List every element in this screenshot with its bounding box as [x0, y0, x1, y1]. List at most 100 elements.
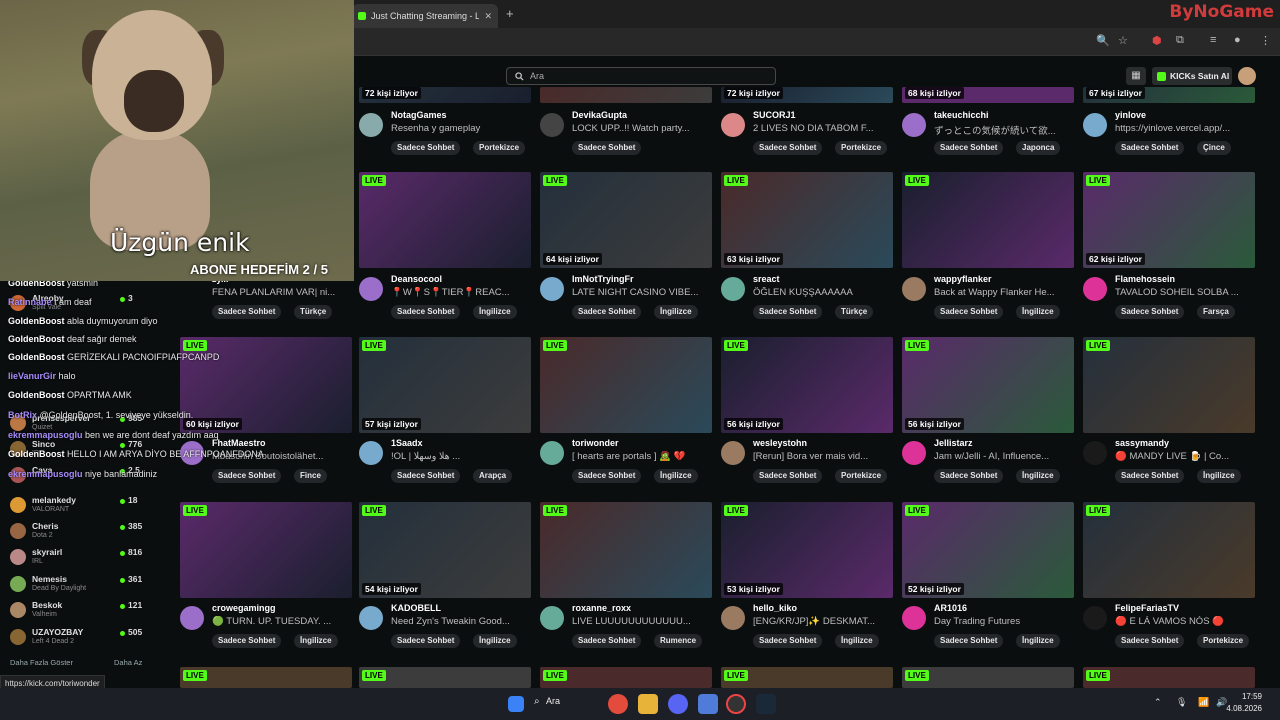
sidebar-channel[interactable]: Nemesis Dead By Daylight 361 — [0, 572, 165, 598]
new-tab-button[interactable]: + — [506, 6, 514, 21]
streamer-avatar[interactable] — [721, 277, 745, 301]
stream-thumbnail[interactable]: LIVE 53 kişi izliyor — [721, 502, 893, 598]
streamer-name[interactable]: NotagGames — [391, 110, 447, 120]
chat-username[interactable]: lieVanurGir — [8, 371, 56, 381]
streamer-name[interactable]: 1Saadx — [391, 438, 423, 448]
category-tag[interactable]: Sadece Sohbet — [934, 305, 1004, 319]
stream-title[interactable]: Day Trading Futures — [934, 616, 1070, 627]
profile-icon[interactable]: ● — [1234, 34, 1241, 46]
language-tag[interactable]: İngilizce — [1197, 469, 1241, 483]
streamer-avatar[interactable] — [180, 606, 204, 630]
stream-thumbnail[interactable]: 68 kişi izliyor — [902, 87, 1074, 103]
streamer-avatar[interactable] — [1083, 441, 1107, 465]
tray-chevron-icon[interactable]: ⌃ — [1154, 697, 1162, 708]
category-tag[interactable]: Sadece Sohbet — [753, 469, 823, 483]
stream-title[interactable]: 2 LIVES NO DIA TABOM F... — [753, 123, 889, 134]
language-tag[interactable]: İngilizce — [473, 634, 517, 648]
stream-thumbnail[interactable] — [540, 87, 712, 103]
streamer-name[interactable]: Jellistarz — [934, 438, 973, 448]
stream-thumbnail[interactable]: LIVE — [1083, 667, 1255, 688]
stream-title[interactable]: Need Zyn's Tweakin Good... — [391, 616, 527, 627]
streamer-name[interactable]: ImNotTryingFr — [572, 274, 634, 284]
category-tag[interactable]: Sadece Sohbet — [1115, 634, 1185, 648]
streamer-avatar[interactable] — [902, 441, 926, 465]
language-tag[interactable]: İngilizce — [1016, 469, 1060, 483]
streamer-name[interactable]: Deansocool — [391, 274, 442, 284]
chat-username[interactable]: GoldenBoost — [8, 352, 65, 362]
streamer-avatar[interactable] — [721, 441, 745, 465]
category-tag[interactable]: Sadece Sohbet — [572, 469, 642, 483]
streamer-avatar[interactable] — [1083, 277, 1107, 301]
language-tag[interactable]: İngilizce — [1016, 305, 1060, 319]
category-tag[interactable]: Sadece Sohbet — [391, 305, 461, 319]
app-icon[interactable] — [698, 694, 718, 714]
stream-thumbnail[interactable]: LIVE 54 kişi izliyor — [359, 502, 531, 598]
stream-thumbnail[interactable]: LIVE 52 kişi izliyor — [902, 502, 1074, 598]
taskbar-clock[interactable]: 17:59 4.08.2026 — [1226, 691, 1262, 715]
show-more-link[interactable]: Daha Fazla Göster — [10, 658, 73, 667]
streamer-avatar[interactable] — [359, 606, 383, 630]
playlist-icon[interactable]: ≡ — [1210, 34, 1216, 46]
language-tag[interactable]: Rumence — [654, 634, 703, 648]
streamer-name[interactable]: SUCORJ1 — [753, 110, 796, 120]
category-tag[interactable]: Sadece Sohbet — [572, 141, 642, 155]
language-tag[interactable]: Japonca — [1016, 141, 1061, 155]
streamer-avatar[interactable] — [359, 277, 383, 301]
stream-thumbnail[interactable]: LIVE 57 kişi izliyor — [359, 337, 531, 433]
chat-username[interactable]: GoldenBoost — [8, 390, 65, 400]
category-tag[interactable]: Sadece Sohbet — [1115, 141, 1185, 155]
chat-username[interactable]: ekremmapusoglu — [8, 469, 83, 479]
stream-title[interactable]: https://yinlove.vercel.app/... — [1115, 123, 1251, 134]
streamer-name[interactable]: roxanne_roxx — [572, 603, 631, 613]
zoom-icon[interactable]: 🔍 — [1096, 34, 1110, 47]
streamer-avatar[interactable] — [721, 606, 745, 630]
streamer-avatar[interactable] — [1083, 113, 1107, 137]
layout-toggle-button[interactable]: ▦ — [1126, 67, 1146, 85]
stream-title[interactable]: LOCK UPP..!! Watch party... — [572, 123, 708, 134]
chat-username[interactable]: GoldenBoost — [8, 449, 65, 459]
stream-title[interactable]: [ hearts are portals ] 🧟 💔 — [572, 451, 708, 462]
stream-title[interactable]: 🟢 TURN. UP. TUESDAY. ... — [212, 616, 348, 627]
stream-thumbnail[interactable]: LIVE — [1083, 337, 1255, 433]
stream-thumbnail[interactable]: LIVE 63 kişi izliyor — [721, 172, 893, 268]
category-tag[interactable]: Sadece Sohbet — [212, 305, 282, 319]
bookmark-star-icon[interactable]: ☆ — [1118, 34, 1128, 47]
streamer-avatar[interactable] — [540, 277, 564, 301]
stream-title[interactable]: Resenha y gameplay — [391, 123, 527, 134]
category-tag[interactable]: Sadece Sohbet — [934, 634, 1004, 648]
streamer-name[interactable]: sreact — [753, 274, 780, 284]
discord-icon[interactable] — [668, 694, 688, 714]
chat-username[interactable]: ekremmapusoglu — [8, 430, 83, 440]
language-tag[interactable]: Portekizce — [473, 141, 526, 155]
stream-thumbnail[interactable]: LIVE — [721, 667, 893, 688]
category-tag[interactable]: Sadece Sohbet — [753, 634, 823, 648]
stream-thumbnail[interactable]: LIVE 64 kişi izliyor — [540, 172, 712, 268]
category-tag[interactable]: Sadece Sohbet — [212, 634, 282, 648]
streamer-avatar[interactable] — [902, 606, 926, 630]
streamer-name[interactable]: hello_kiko — [753, 603, 797, 613]
stream-title[interactable]: [ENG/KR/JP]✨ DESKMAT... — [753, 616, 889, 627]
category-tag[interactable]: Sadece Sohbet — [391, 634, 461, 648]
streamer-name[interactable]: DevikaGupta — [572, 110, 627, 120]
stream-thumbnail[interactable]: LIVE — [902, 172, 1074, 268]
streamer-avatar[interactable] — [359, 113, 383, 137]
stream-title[interactable]: !OL | هلا وسهلا ... — [391, 451, 527, 462]
language-tag[interactable]: İngilizce — [473, 305, 517, 319]
taskbar-search-label[interactable]: Ara — [546, 696, 560, 706]
chat-username[interactable]: GoldenBoost — [8, 316, 65, 326]
streamer-name[interactable]: wappyflanker — [934, 274, 992, 284]
stream-thumbnail[interactable]: LIVE — [902, 667, 1074, 688]
streamer-name[interactable]: AR1016 — [934, 603, 967, 613]
stream-thumbnail[interactable]: LIVE 56 kişi izliyor — [902, 337, 1074, 433]
language-tag[interactable]: İngilizce — [1016, 634, 1060, 648]
streamer-avatar[interactable] — [540, 606, 564, 630]
sidebar-channel[interactable]: skyrairl IRL 816 — [0, 545, 165, 571]
stream-thumbnail[interactable]: 72 kişi izliyor — [721, 87, 893, 103]
streamer-name[interactable]: yinlove — [1115, 110, 1146, 120]
stream-thumbnail[interactable]: LIVE — [359, 172, 531, 268]
stream-thumbnail[interactable]: LIVE 56 kişi izliyor — [721, 337, 893, 433]
stream-title[interactable]: LATE NIGHT CASINO VIBE... — [572, 287, 708, 298]
show-less-link[interactable]: Daha Az — [114, 658, 142, 667]
windows-start-icon[interactable] — [508, 696, 524, 712]
stream-title[interactable]: 🔴 MANDY LIVE 🍺 | Co... — [1115, 451, 1251, 462]
